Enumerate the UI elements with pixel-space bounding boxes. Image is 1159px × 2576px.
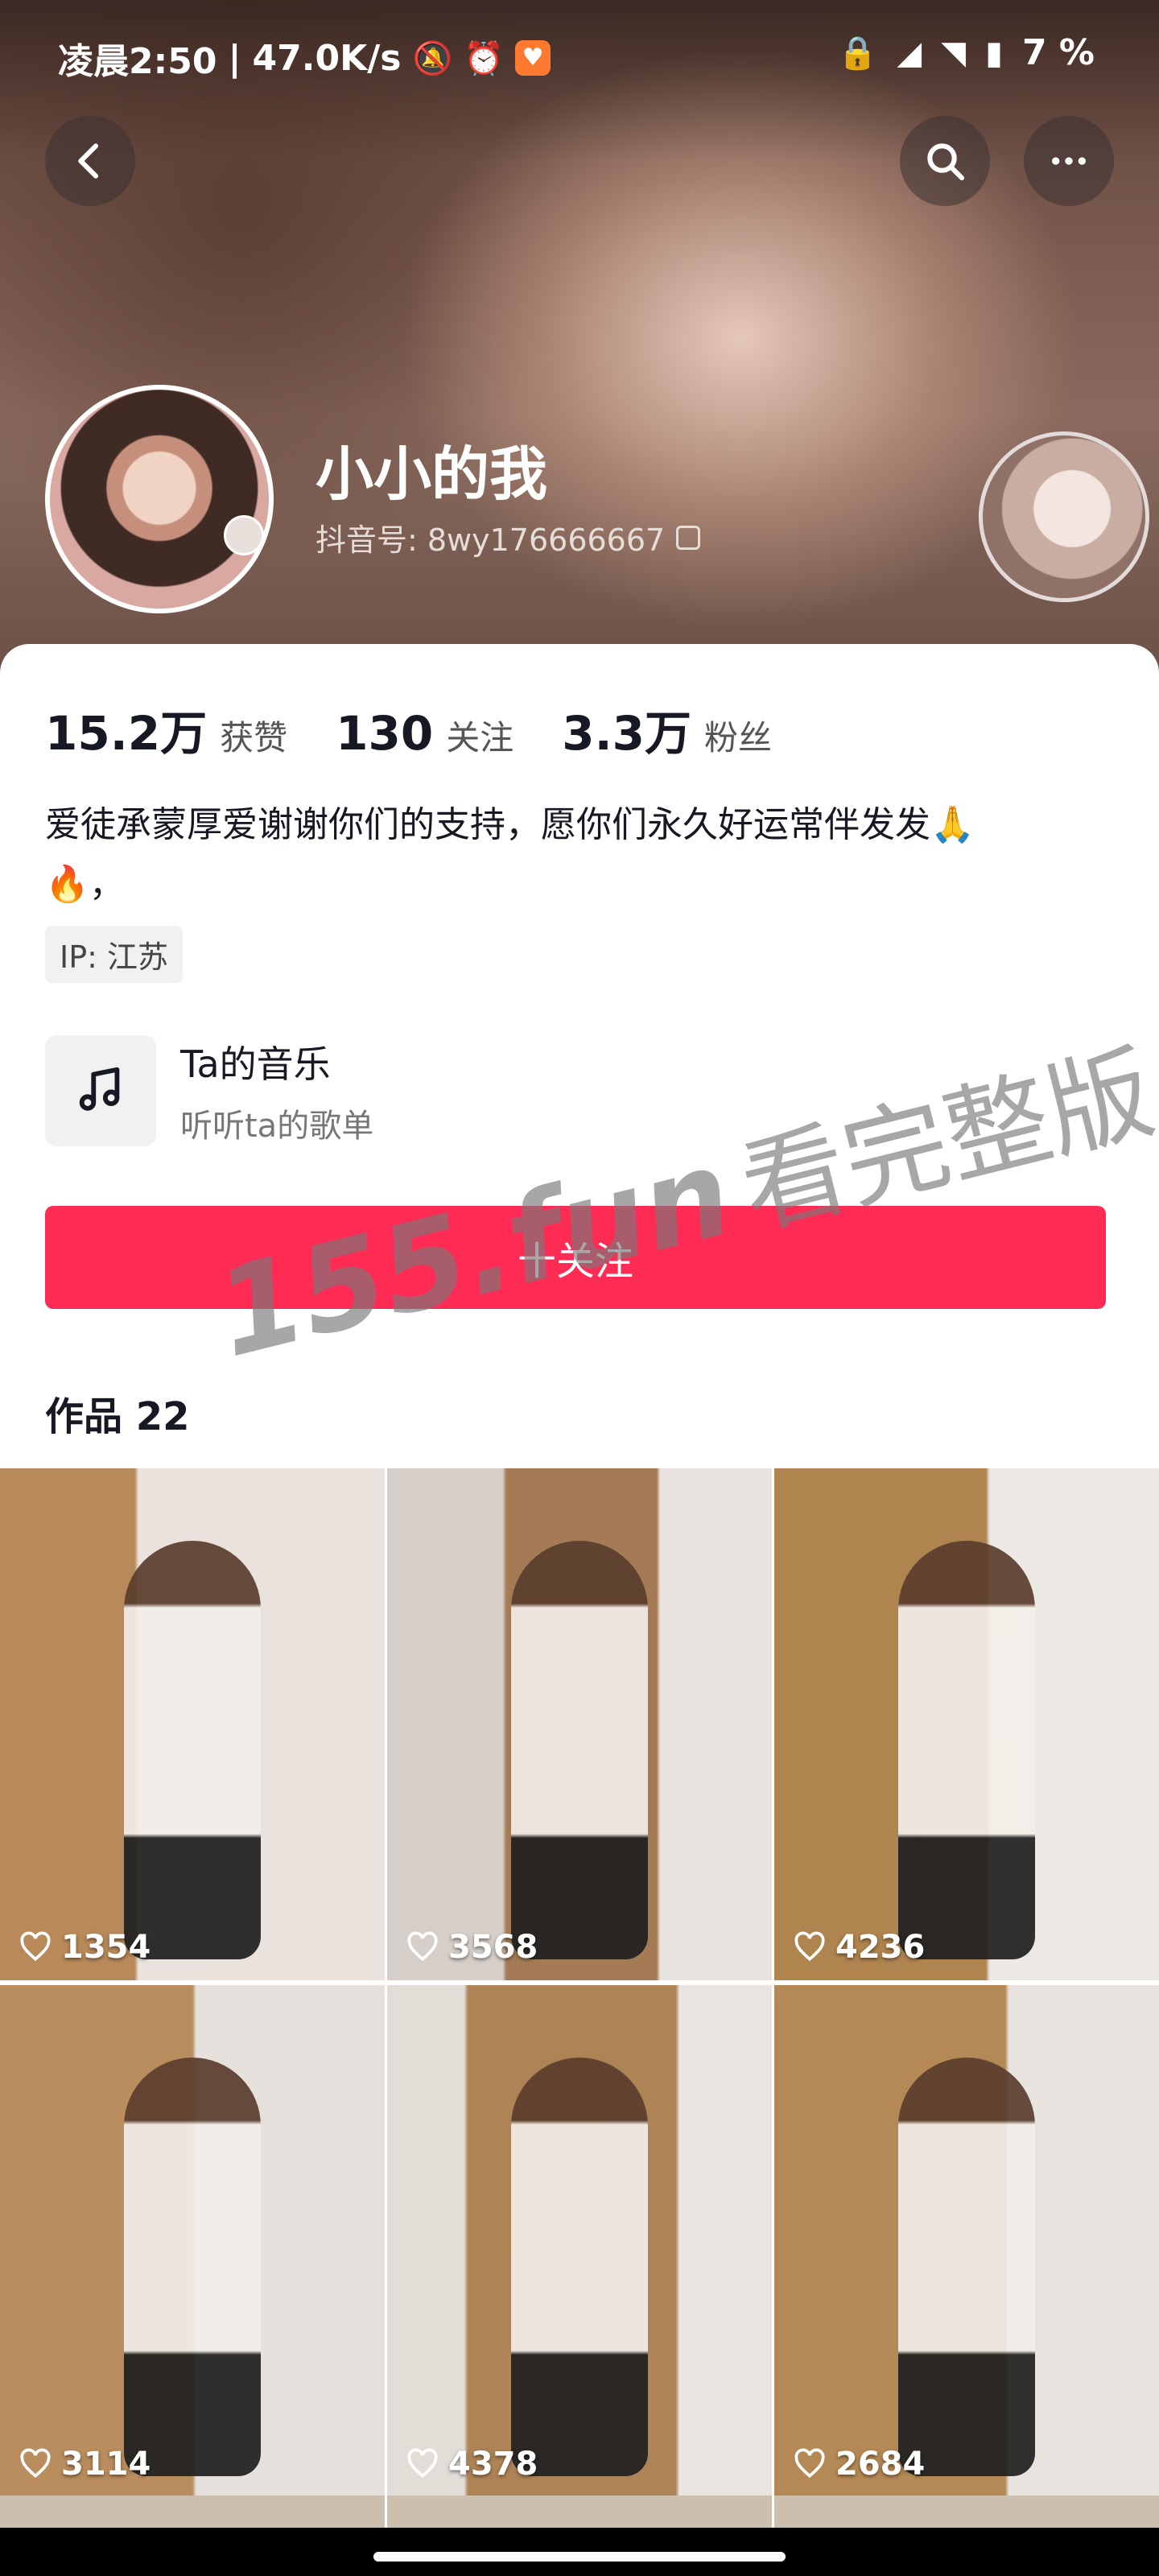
profile-avatar[interactable] [45,385,274,613]
copy-icon[interactable] [676,525,701,550]
video-likes-count: 3114 [61,2446,151,2483]
heart-icon [407,1931,438,1962]
video-tile[interactable]: 3568 [387,1468,772,1980]
works-count-label: 作品 22 [45,1394,190,1439]
more-icon [1052,157,1086,165]
gesture-nav-bar [0,2528,1159,2576]
stat-following[interactable]: 130 关注 [336,706,514,761]
video-likes-count: 2684 [835,2446,926,2483]
home-indicator[interactable] [373,2552,786,2562]
music-subtitle: 听听ta的歌单 [180,1108,374,1145]
video-thumbnail [124,2058,261,2476]
search-button[interactable] [900,116,990,206]
video-likes: 4378 [405,2446,538,2483]
status-net-speed: 47.0K/s [252,37,402,79]
stat-likes: 15.2万 获赞 [45,696,287,763]
back-button[interactable] [45,116,135,206]
video-likes: 1354 [18,1929,151,1966]
video-likes: 3114 [18,2446,151,2483]
video-tile[interactable]: 3114 [0,1985,385,2497]
ip-location-tag: IP: 江苏 [45,926,184,983]
heart-icon [794,2448,825,2479]
signal-icon: ◢ [897,34,922,72]
music-note-icon [45,1035,156,1146]
douyin-id-text: 抖音号: 8wy176666667 [316,522,666,558]
video-thumbnail [124,1541,261,1959]
more-button[interactable] [1024,116,1114,206]
stat-following-label: 关注 [446,718,514,758]
profile-bio: 爱徒承蒙厚爱谢谢你们的支持，愿你们永久好运常伴发发🙏 🔥， [45,795,1116,914]
video-likes: 3568 [405,1929,538,1966]
music-entry[interactable]: Ta的音乐 听听ta的歌单 [45,1035,373,1146]
profile-stats: 15.2万 获赞 130 关注 3.3万 粉丝 [45,696,772,763]
video-likes: 4236 [792,1929,925,1966]
battery-percent: 7 % [1021,32,1095,73]
video-likes-count: 1354 [61,1929,151,1966]
lock-icon: 🔒 [837,35,878,72]
avatar-badge-icon [224,515,264,555]
video-tile[interactable]: 4236 [774,1468,1159,1980]
live-avatar-thumbnail[interactable] [979,431,1149,602]
video-grid: 1354 3568 4236 3114 4378 2684 [0,1468,1159,2497]
video-thumbnail [511,2058,648,2476]
video-tile-partial[interactable] [387,2496,772,2528]
video-tile[interactable]: 4378 [387,1985,772,2497]
wifi-icon: ◥ [941,34,966,72]
search-icon [927,143,965,181]
video-tile[interactable]: 1354 [0,1468,385,1980]
mute-bell-icon: 🔕 [412,39,453,77]
video-thumbnail [898,2058,1035,2476]
video-grid-next-row [0,2496,1159,2528]
battery-icon: ▮ [984,34,1003,72]
video-likes-count: 4236 [835,1929,926,1966]
video-likes-count: 4378 [448,2446,538,2483]
app-notification-icon: ♥ [515,40,551,76]
bio-line-2: 🔥， [45,864,125,905]
status-time: 凌晨2:50 [58,41,217,82]
stat-fans[interactable]: 3.3万 粉丝 [562,696,772,763]
stat-likes-value: 15.2万 [45,706,208,761]
heart-icon [20,1931,51,1962]
music-title: Ta的音乐 [180,1042,331,1086]
heart-icon [407,2448,438,2479]
follow-button[interactable]: 十关注 [45,1206,1106,1309]
douyin-id[interactable]: 抖音号: 8wy176666667 [316,515,701,559]
video-tile[interactable]: 2684 [774,1985,1159,2497]
heart-icon [20,2448,51,2479]
video-thumbnail [898,1541,1035,1959]
video-likes: 2684 [792,2446,925,2483]
stat-fans-value: 3.3万 [562,706,691,761]
video-tile-partial[interactable] [774,2496,1159,2528]
alarm-icon: ⏰ [464,39,505,77]
stat-fans-label: 粉丝 [703,718,772,758]
back-icon [78,143,99,179]
video-tile-partial[interactable] [0,2496,385,2528]
status-bar: 凌晨2:50 | 47.0K/s 🔕 ⏰ ♥ 🔒 ◢ ◥ ▮ 7 % [58,32,1095,82]
bio-line-1: 爱徒承蒙厚爱谢谢你们的支持，愿你们永久好运常伴发发🙏 [45,804,975,845]
video-likes-count: 3568 [448,1929,538,1966]
stat-likes-label: 获赞 [220,718,288,758]
profile-card: 15.2万 获赞 130 关注 3.3万 粉丝 爱徒承蒙厚爱谢谢你们的支持，愿你… [0,644,1159,1465]
heart-icon [794,1931,825,1962]
profile-name: 小小的我 [316,440,548,508]
stat-following-value: 130 [336,706,434,761]
video-thumbnail [511,1541,648,1959]
